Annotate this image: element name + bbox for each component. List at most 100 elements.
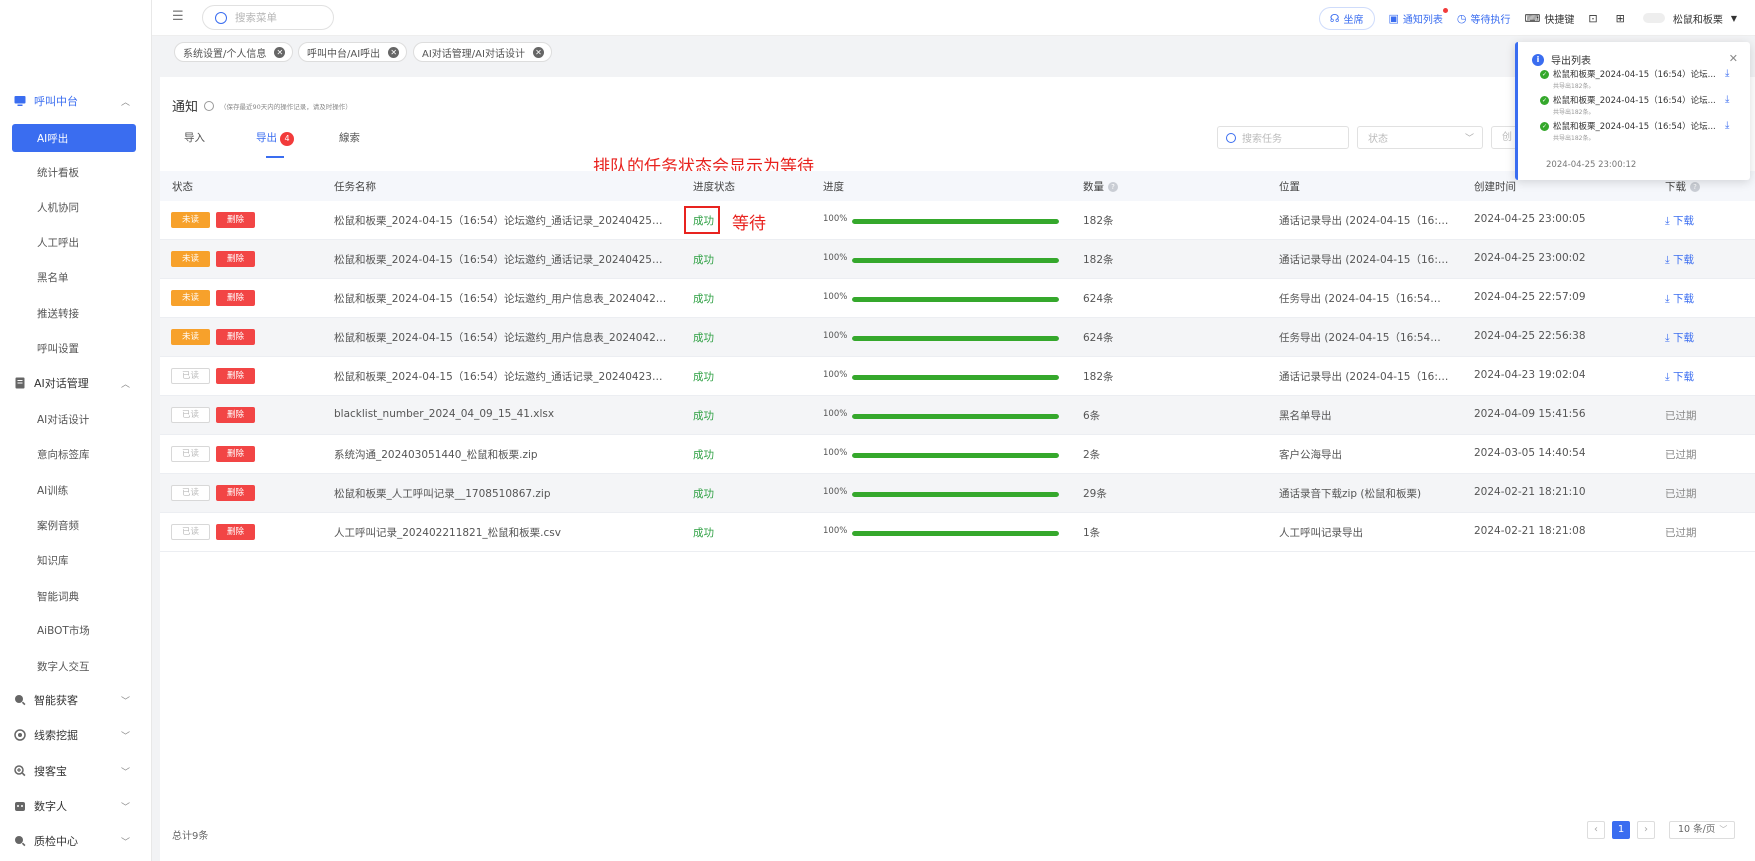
progress-status: 成功 [693,527,714,539]
status-select[interactable]: 状态 ﹀ [1357,126,1483,149]
page-button-current[interactable]: 1 [1612,821,1630,839]
close-icon[interactable]: ✕ [532,46,544,58]
close-icon[interactable]: ✕ [388,46,400,58]
task-search-input[interactable]: 搜索任务 [1217,126,1349,149]
sidebar-item-ai-outbound[interactable]: AI呼出 [12,124,136,152]
sidebar-group-label: AI对话管理 [34,377,89,390]
download-icon[interactable]: ⤓ [1725,94,1729,105]
chevron-down-icon: ﹀ [1464,134,1474,144]
sidebar-item-manual-call[interactable]: 人工呼出 [37,228,79,256]
sidebar-item-blacklist[interactable]: 黑名单 [37,263,69,291]
sidebar-item-transfer[interactable]: 推送转接 [37,299,79,327]
download-icon: ⤓ [1665,293,1673,305]
sidebar-item-digital-human-interaction[interactable]: 数字人交互 [37,652,90,680]
download-link[interactable]: ⤓ 下载 [1665,291,1694,306]
sidebar-item-knowledge-base[interactable]: 知识库 [37,546,69,574]
sidebar-group-label: 智能获客 [34,694,78,707]
table-row: 未读 删除 松鼠和板栗_2024-04-15（16:54）论坛邀约_用户信息表_20… [160,318,1755,357]
sidebar-item-call-settings[interactable]: 呼叫设置 [37,334,79,362]
tab-export[interactable]: 导出 4 [256,130,294,158]
export-location: 黑名单导出 [1279,410,1332,422]
sidebar-group-call-center[interactable]: 呼叫中台 ︿ [0,87,152,115]
sidebar-item-ai-dialog-design[interactable]: AI对话设计 [37,405,89,433]
tag-ai-dialog-design[interactable]: AI对话管理/AI对话设计 ✕ [413,42,552,62]
header-status: 状态 [172,180,193,193]
delete-button[interactable]: 删除 [216,290,255,306]
read-status-badge[interactable]: 未读 [171,329,210,345]
download-icon[interactable]: ⤓ [1725,120,1729,131]
delete-button[interactable]: 删除 [216,329,255,345]
read-status-badge[interactable]: 未读 [171,290,210,306]
tag-personal-info[interactable]: 系统设置/个人信息 ✕ [174,42,294,62]
sidebar-item-intent-tags[interactable]: 意向标签库 [37,440,90,468]
notify-label: 通知列表 [1402,14,1443,26]
sidebar-group-lead-mining[interactable]: 线索挖掘 ﹀ [0,721,152,749]
sidebar-item-case-audio[interactable]: 案例音频 [37,511,79,539]
help-icon[interactable]: ? [1108,181,1118,192]
help-icon[interactable]: ? [1690,181,1700,192]
download-link[interactable]: ⤓ 下载 [1665,252,1694,267]
page-title: 通知 （保存最近90天内的操作记录，请及时操作） [172,96,352,115]
table-row: 未读 删除 松鼠和板栗_2024-04-15（16:54）论坛邀约_通话记录_202… [160,201,1755,240]
menu-search-input[interactable]: 搜索菜单 [202,5,334,30]
chevron-down-icon: ﹀ [120,802,130,813]
sidebar-item-human-machine[interactable]: 人机协同 [37,193,79,221]
tag-ai-outbound[interactable]: 呼叫中台/AI呼出 ✕ [298,42,408,62]
close-icon[interactable]: ✕ [1729,52,1738,65]
delete-button[interactable]: 删除 [216,407,255,423]
download-link[interactable]: ⤓ 下载 [1665,213,1694,228]
download-link[interactable]: ⤓ 下载 [1665,369,1694,384]
delete-button[interactable]: 删除 [216,368,255,384]
read-status-badge[interactable]: 已读 [171,407,210,423]
sidebar-group-smart-acquisition[interactable]: 智能获客 ﹀ [0,686,152,714]
prev-page-button[interactable]: ‹ [1587,821,1605,839]
tab-import[interactable]: 导入 [184,130,205,156]
sidebar-item-aibot-market[interactable]: AiBOT市场 [37,616,90,644]
sidebar-group-ai-dialog[interactable]: AI对话管理 ︿ [0,369,152,397]
task-name: 松鼠和板栗_2024-04-15（16:54）论坛邀约_用户信息表_202404… [334,332,669,344]
notify-list-button[interactable]: ▣ 通知列表 [1389,7,1448,26]
task-name: 松鼠和板栗_人工呼叫记录__1708510867.zip [334,488,551,500]
seat-button[interactable]: ☊ 坐席 [1318,6,1375,30]
menu-toggle-icon[interactable]: ☰ [172,10,186,24]
read-status-badge[interactable]: 已读 [171,368,210,384]
sidebar-item-ai-training[interactable]: AI训练 [37,476,68,504]
progress-bar [852,219,1059,224]
fullscreen-icon[interactable]: ⊡ [1588,12,1601,25]
read-status-badge[interactable]: 已读 [171,446,210,462]
refresh-icon[interactable] [204,100,215,111]
popup-item-name: 松鼠和板栗_2024-04-15（16:54）论坛... [1553,70,1716,80]
export-count: 624条 [1083,293,1114,305]
monitor-icon [14,95,26,107]
sidebar-item-dashboard[interactable]: 统计看板 [37,158,79,186]
sidebar-group-quality[interactable]: 质检中心 ﹀ [0,827,152,855]
avatar[interactable] [1642,13,1665,23]
sidebar-group-digital-human[interactable]: 数字人 ﹀ [0,792,152,820]
download-icon[interactable]: ⤓ [1725,68,1729,79]
delete-button[interactable]: 删除 [216,524,255,540]
page-size-select[interactable]: 10 条/页 ﹀ [1669,821,1735,839]
shortcut-button[interactable]: ⌨ 快捷键 [1525,11,1575,26]
export-count: 1条 [1083,527,1101,539]
export-list-popup: i 导出列表 ✕ ✓ 松鼠和板栗_2024-04-15（16:54）论坛... 共导… [1515,42,1750,180]
tab-leads[interactable]: 線索 [339,130,360,156]
sidebar-item-smart-dictionary[interactable]: 智能词典 [37,582,79,610]
delete-button[interactable]: 删除 [216,212,255,228]
delete-button[interactable]: 删除 [216,485,255,501]
read-status-badge[interactable]: 已读 [171,524,210,540]
delete-button[interactable]: 删除 [216,446,255,462]
screenshot-icon[interactable]: ⊞ [1616,12,1629,25]
close-icon[interactable]: ✕ [274,46,286,58]
read-status-badge[interactable]: 未读 [171,212,210,228]
download-link[interactable]: ⤓ 下载 [1665,330,1694,345]
delete-button[interactable]: 删除 [216,251,255,267]
read-status-badge[interactable]: 未读 [171,251,210,267]
read-status-badge[interactable]: 已读 [171,485,210,501]
notification-panel: 通知 （保存最近90天内的操作记录，请及时操作） 导入 导出 4 線索 搜索任务 … [160,77,1755,861]
progress-status: 成功 [693,371,714,383]
next-page-button[interactable]: › [1637,821,1655,839]
sidebar-group-souke[interactable]: 搜客宝 ﹀ [0,757,152,785]
wait-exec-button[interactable]: ◷ 等待执行 [1457,11,1511,26]
user-menu[interactable]: 松鼠和板栗 ▼ [1673,11,1737,26]
search-icon [14,694,26,706]
